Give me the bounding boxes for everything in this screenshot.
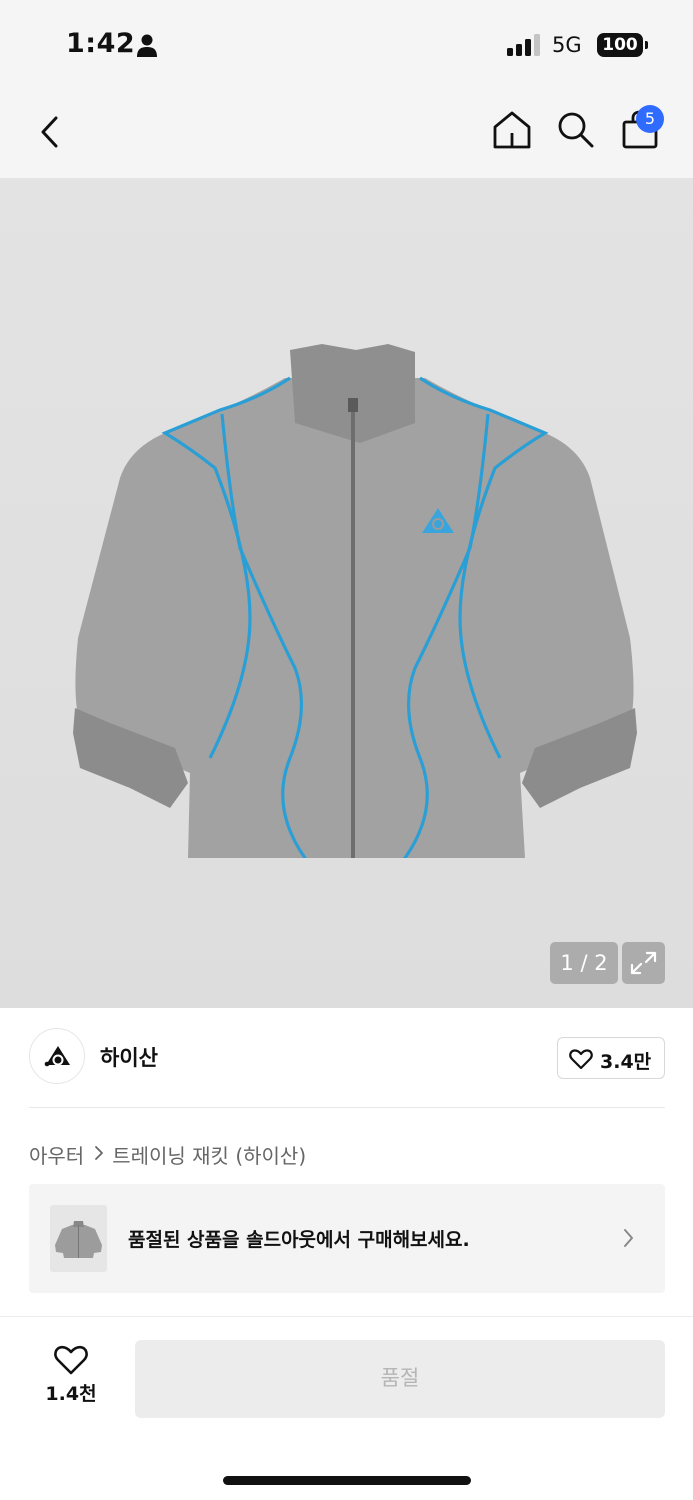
cart-count-badge[interactable]: 5 [636,105,664,133]
product-photo-jacket [73,344,637,858]
soldout-banner-text: 품절된 상품을 솔드아웃에서 구매해보세요. [128,1229,470,1251]
breadcrumb-category[interactable]: 아우터 [29,1140,84,1169]
search-icon[interactable] [555,109,597,151]
battery-nub [645,41,648,49]
chevron-right-icon [93,1143,105,1167]
brand-like-count: 3.4만 [600,1051,652,1073]
breadcrumb: 아우터 트레이닝 재킷 (하이산) [29,1140,306,1169]
brand-logo-icon [44,1046,70,1067]
product-like-button[interactable]: 1.4천 [40,1344,102,1416]
heart-icon [569,1049,593,1070]
divider [29,1107,665,1108]
soldout-product-thumbnail [50,1205,107,1272]
soldout-banner[interactable]: 품절된 상품을 솔드아웃에서 구매해보세요. [29,1184,665,1293]
heart-icon [54,1345,88,1375]
network-type: 5G [552,33,582,57]
chevron-right-icon [624,1229,633,1247]
home-indicator[interactable] [223,1476,471,1485]
status-time: 1:42 [66,28,136,59]
breadcrumb-product-name: 트레이닝 재킷 (하이산) [112,1144,307,1168]
person-icon [137,34,157,57]
chevron-left-icon[interactable] [34,112,64,152]
bottom-bar-divider [0,1316,693,1317]
product-like-count: 1.4천 [45,1383,97,1405]
brand-logo[interactable] [29,1028,85,1084]
expand-icon [630,951,657,975]
soldout-button[interactable]: 품절 [135,1340,665,1418]
nav-bar [0,90,693,178]
signal-icon [507,34,540,56]
brand-name[interactable]: 하이산 [100,1042,158,1072]
expand-button[interactable] [622,942,665,984]
image-page-indicator: 1 / 2 [550,942,618,984]
product-image-gallery[interactable]: 1 / 2 [0,178,693,1008]
battery-level: 100 [597,33,643,57]
home-icon[interactable] [490,108,534,152]
brand-like-button[interactable]: 3.4만 [557,1037,665,1079]
brand-row[interactable]: 하이산 3.4만 [0,1008,693,1108]
status-bar: 1:42 5G 100 [0,0,693,90]
